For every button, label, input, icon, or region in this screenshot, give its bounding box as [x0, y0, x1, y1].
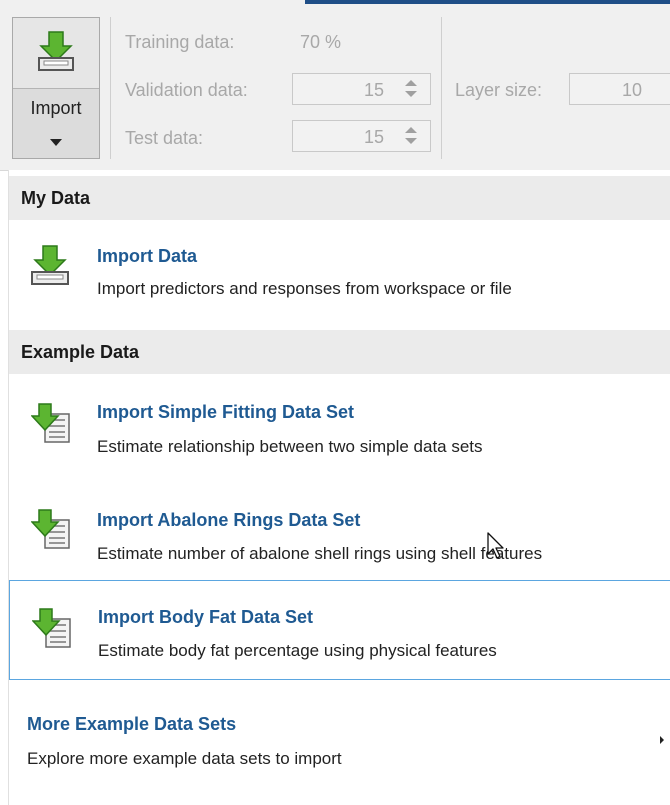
toolstrip: Import Training data: 70 % Validation da… [0, 0, 670, 171]
menu-item-description: Explore more example data sets to import [27, 749, 342, 768]
training-data-value: 70 % [300, 32, 342, 52]
menu-item-title: Import Data [97, 246, 198, 266]
import-dataset-icon [30, 402, 71, 449]
import-dataset-icon [31, 607, 72, 654]
spinner-arrows-icon[interactable] [405, 74, 417, 104]
import-button-label: Import [30, 98, 82, 118]
menu-item-description: Estimate number of abalone shell rings u… [97, 544, 543, 563]
menu-item-simple-fitting[interactable]: Import Simple Fitting Data Set Estimate … [9, 376, 670, 482]
toolstrip-accent-line [305, 0, 670, 4]
validation-data-spinner[interactable]: 15 [292, 73, 431, 105]
submenu-arrow-icon [660, 736, 664, 744]
menu-item-import-data[interactable]: Import Data Import predictors and respon… [9, 220, 670, 332]
chevron-down-icon[interactable] [50, 139, 62, 146]
validation-data-label: Validation data: [125, 80, 248, 100]
import-button[interactable]: Import [12, 17, 100, 159]
import-icon [38, 30, 74, 77]
test-data-value: 15 [363, 127, 384, 147]
import-dropdown-menu: My Data Import Data Import predictors an… [8, 170, 670, 805]
spinner-arrows-icon[interactable] [405, 121, 417, 151]
toolstrip-divider [110, 17, 111, 159]
menu-item-title: Import Body Fat Data Set [98, 607, 314, 627]
test-data-label: Test data: [125, 128, 204, 148]
menu-item-body-fat[interactable]: Import Body Fat Data Set Estimate body f… [9, 580, 670, 680]
import-button-main[interactable] [13, 18, 99, 89]
import-dataset-icon [30, 508, 71, 555]
menu-item-more-example-data-sets[interactable]: More Example Data Sets Explore more exam… [9, 680, 670, 805]
section-header-example-data: Example Data [9, 330, 670, 374]
menu-item-description: Import predictors and responses from wor… [97, 279, 512, 298]
layer-size-field[interactable]: 10 [569, 73, 670, 105]
training-data-label: Training data: [125, 32, 235, 52]
section-header-my-data: My Data [9, 176, 670, 220]
menu-item-title: Import Abalone Rings Data Set [97, 510, 361, 530]
import-data-icon [31, 244, 69, 291]
menu-item-title: More Example Data Sets [27, 714, 237, 734]
validation-data-value: 15 [363, 80, 384, 100]
menu-item-abalone-rings[interactable]: Import Abalone Rings Data Set Estimate n… [9, 482, 670, 580]
layer-size-label: Layer size: [455, 80, 543, 100]
layer-size-value: 10 [622, 80, 643, 100]
menu-item-description: Estimate body fat percentage using physi… [98, 641, 497, 660]
toolstrip-divider [441, 17, 442, 159]
test-data-spinner[interactable]: 15 [292, 120, 431, 152]
mouse-cursor-icon [487, 532, 505, 565]
menu-item-title: Import Simple Fitting Data Set [97, 402, 355, 422]
menu-item-description: Estimate relationship between two simple… [97, 437, 483, 456]
